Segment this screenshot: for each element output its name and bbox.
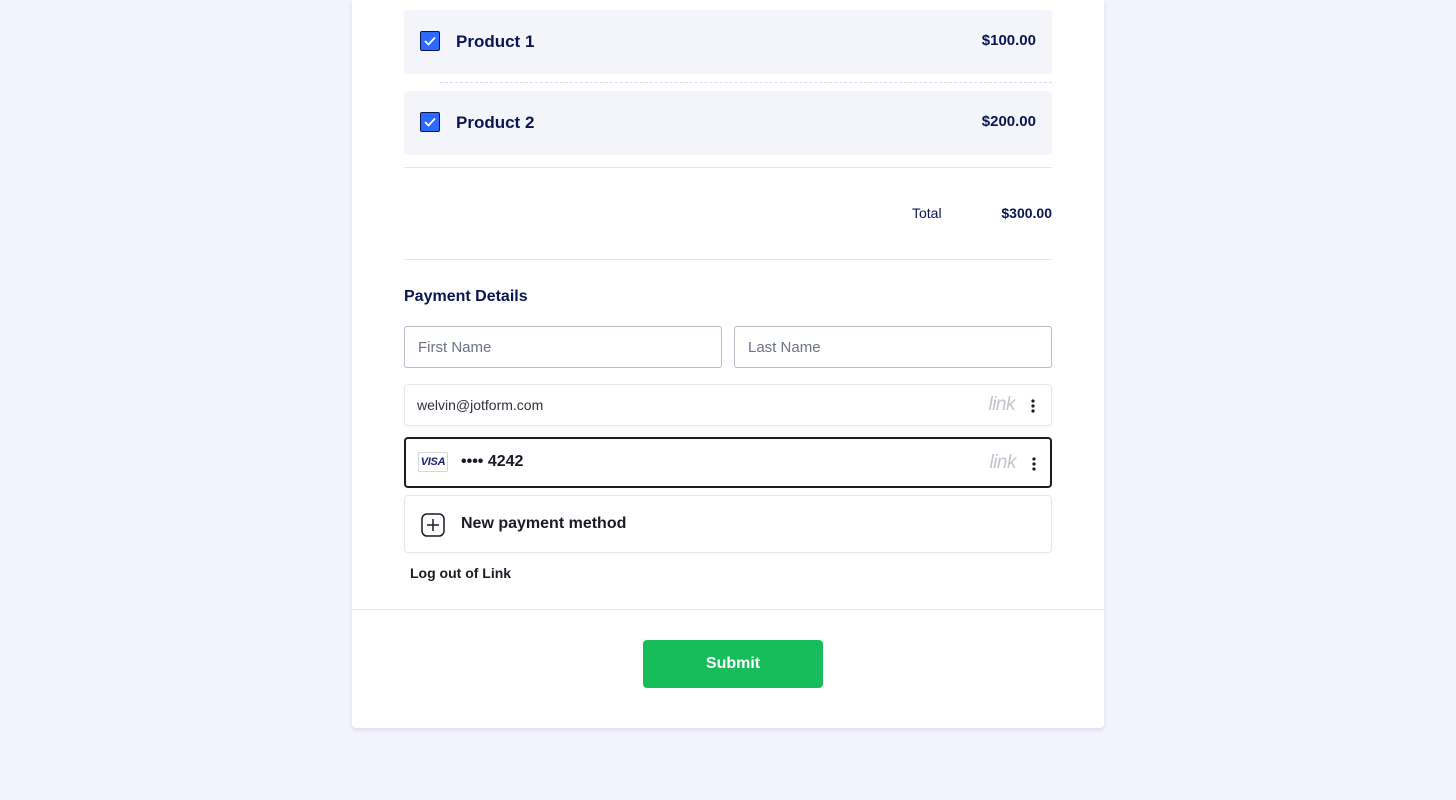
divider	[404, 259, 1052, 260]
product-price: $200.00	[981, 113, 1036, 130]
form-card: Product 1 $100.00 Product 2 $200.00 Tota…	[352, 0, 1104, 728]
product-name: Product 1	[456, 32, 535, 51]
divider	[404, 167, 1052, 168]
new-payment-method-button[interactable]: New payment method	[404, 495, 1052, 553]
checkbox-checked-icon[interactable]	[420, 112, 440, 132]
checkbox-checked-icon[interactable]	[420, 31, 440, 51]
last-name-input[interactable]	[734, 326, 1052, 368]
product-row-1[interactable]: Product 1 $100.00	[404, 10, 1052, 74]
link-email-field[interactable]: welvin@jotform.com link	[404, 384, 1052, 426]
payment-details-title: Payment Details	[404, 288, 528, 305]
total-label: Total	[912, 205, 942, 221]
more-options-icon[interactable]	[1029, 398, 1037, 414]
logout-link[interactable]: Log out of Link	[410, 565, 511, 581]
dashed-divider	[440, 82, 1052, 83]
more-options-icon[interactable]	[1030, 456, 1038, 472]
divider	[352, 609, 1104, 610]
card-number: •••• 4242	[461, 453, 524, 470]
link-logo: link	[988, 394, 1015, 415]
total-value: $300.00	[1001, 205, 1052, 221]
first-name-input[interactable]	[404, 326, 722, 368]
product-name: Product 2	[456, 113, 535, 132]
saved-card-option[interactable]: VISA •••• 4242 link	[404, 437, 1052, 488]
link-logo: link	[989, 452, 1016, 473]
visa-card-icon: VISA	[418, 452, 448, 472]
product-row-2[interactable]: Product 2 $200.00	[404, 91, 1052, 155]
product-price: $100.00	[981, 32, 1036, 49]
plus-icon	[421, 513, 445, 537]
new-payment-method-label: New payment method	[461, 515, 627, 532]
email-value: welvin@jotform.com	[417, 397, 544, 413]
submit-button[interactable]: Submit	[643, 640, 823, 688]
